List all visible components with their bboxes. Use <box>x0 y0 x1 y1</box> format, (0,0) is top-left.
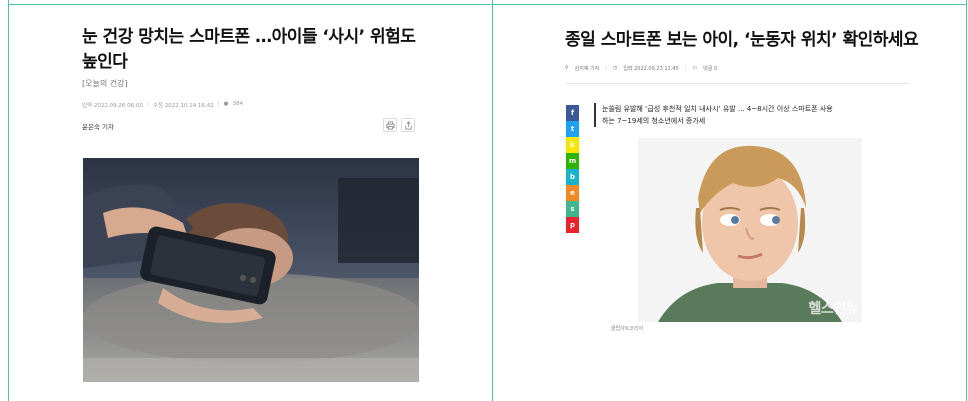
photo-watermark: 헬스인뉴 <box>808 301 858 317</box>
right-article-title: 종일 스마트폰 보는 아이, ‘눈동자 위치’ 확인하세요 <box>565 30 919 50</box>
article-tools <box>383 118 415 132</box>
modified-date: 수정 2022.10.14 16:42 <box>152 103 214 109</box>
share-icon: s <box>570 205 575 213</box>
meta-separator: | <box>146 101 149 107</box>
message-share-button[interactable]: m <box>566 153 579 169</box>
left-title-line1: 눈 건강 망치는 스마트폰 …아이들 ‘사시’ 위험도 <box>82 27 416 47</box>
meta-separator: | <box>605 65 607 71</box>
comment-icon: ▭ <box>692 65 698 71</box>
boy-illustration <box>638 138 862 322</box>
share-icon <box>404 120 412 129</box>
clock-icon: ◷ <box>612 65 618 71</box>
kakao-icon: k <box>570 141 575 149</box>
left-article-title: 눈 건강 망치는 스마트폰 …아이들 ‘사시’ 위험도 높인다 <box>82 25 432 75</box>
print-button[interactable] <box>383 118 397 132</box>
link-share-button[interactable]: s <box>566 201 579 217</box>
share-sidebar: f t k m b e s p <box>566 105 579 233</box>
twitter-icon: t <box>570 125 575 133</box>
message-icon: m <box>568 157 577 165</box>
right-author-name[interactable]: 김지예 기자 <box>575 65 600 72</box>
kakao-share-button[interactable]: k <box>566 137 579 153</box>
published-date: 입력 2022.09.26 06:00 <box>82 103 143 109</box>
article-summary: 눈쏠림 유발해 ‘급성 후천적 일치 내사시’ 유발 ... 4~8시간 이상 … <box>594 103 864 127</box>
photo-caption: 클립아트코리아 <box>611 326 644 332</box>
article-photo-child-smartphone <box>83 158 419 382</box>
summary-line1: 눈쏠림 유발해 ‘급성 후천적 일치 내사시’ 유발 ... 4~8시간 이상 … <box>602 105 833 113</box>
meta-divider <box>565 83 909 84</box>
blog-share-button[interactable]: b <box>566 169 579 185</box>
twitter-share-button[interactable]: t <box>566 121 579 137</box>
article-photo-boy-strabismus: 헬스인뉴 <box>638 138 862 322</box>
author-name[interactable]: 윤은숙 기자 <box>82 121 114 131</box>
left-article: 눈 건강 망치는 스마트폰 …아이들 ‘사시’ 위험도 높인다 [오늘의 건강]… <box>9 5 492 401</box>
print-icon <box>386 121 394 129</box>
right-article-meta: ⚲ 김지예 기자 | ◷ 입력 2022.09.23 11:45 | ▭ 댓글 … <box>565 65 717 72</box>
author-icon: ⚲ <box>565 65 569 71</box>
share-button[interactable] <box>401 118 415 132</box>
facebook-share-button[interactable]: f <box>566 105 579 121</box>
frame-border-right <box>966 0 967 401</box>
bookmark-icon: p <box>569 221 575 229</box>
right-article: 종일 스마트폰 보는 아이, ‘눈동자 위치’ 확인하세요 ⚲ 김지예 기자 |… <box>493 5 966 401</box>
summary-line2: 하는 7~19세의 청소년에서 증가세 <box>602 117 706 125</box>
meta-separator: | <box>217 101 220 107</box>
email-share-button[interactable]: e <box>566 185 579 201</box>
comment-count[interactable]: 댓글 0 <box>703 65 717 72</box>
meta-separator: | <box>684 65 687 71</box>
bookmark-share-button[interactable]: p <box>566 217 579 233</box>
blog-icon: b <box>569 173 575 181</box>
photo-illustration <box>83 158 419 382</box>
email-icon: e <box>570 189 575 197</box>
article-meta: 입력 2022.09.26 06:00 | 수정 2022.10.14 16:4… <box>82 101 243 109</box>
section-label[interactable]: [오늘의 건강] <box>82 78 128 89</box>
view-count: 384 <box>232 101 243 107</box>
eye-icon: ● <box>223 101 229 107</box>
facebook-icon: f <box>570 109 575 117</box>
left-title-line2: 높인다 <box>82 52 128 72</box>
right-published-date: 입력 2022.09.23 11:45 <box>623 66 679 72</box>
